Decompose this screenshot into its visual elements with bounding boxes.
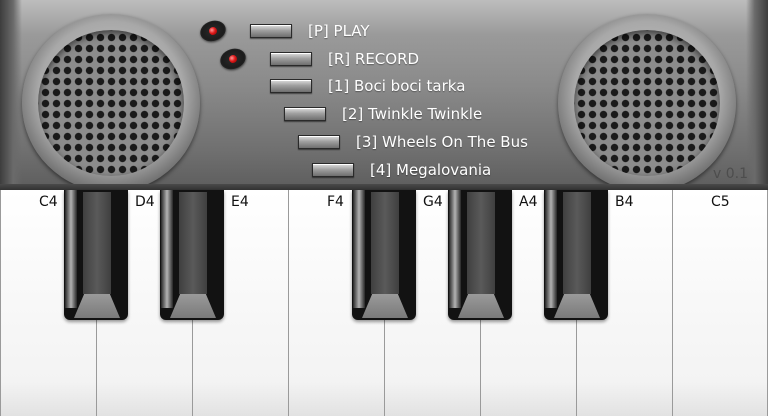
black-key-face	[467, 192, 495, 294]
black-key-gs4[interactable]	[448, 190, 512, 320]
black-key-cs4[interactable]	[64, 190, 128, 320]
key-label-g4: G4	[423, 194, 443, 210]
song-1-button[interactable]: [1] Boci boci tarka	[270, 77, 465, 95]
key-label-e4: E4	[231, 194, 249, 210]
play-button-slot[interactable]	[250, 24, 292, 38]
left-speaker-grill	[38, 30, 184, 176]
right-speaker-grill	[574, 30, 720, 176]
record-button-slot[interactable]	[270, 52, 312, 66]
song-2-label[interactable]: [2] Twinkle Twinkle	[342, 105, 482, 123]
black-key-bevel	[554, 294, 600, 318]
black-key-highlight	[545, 190, 557, 308]
key-label-b4: B4	[615, 194, 634, 210]
black-key-face	[83, 192, 111, 294]
song-3-button-slot[interactable]	[298, 135, 340, 149]
key-label-c5: C5	[711, 194, 730, 210]
black-key-face	[563, 192, 591, 294]
control-panel: [P] PLAY [R] RECORD [1] Boci boci tarka …	[0, 0, 768, 192]
keyboard: C4 D4 E4 F4 G4 A4 B4 C5	[0, 190, 768, 416]
key-label-c4: C4	[39, 194, 58, 210]
song-3-label[interactable]: [3] Wheels On The Bus	[356, 133, 528, 151]
record-button-label[interactable]: [R] RECORD	[328, 50, 419, 68]
white-key-c5[interactable]: C5	[672, 190, 768, 416]
black-key-face	[179, 192, 207, 294]
black-key-ds4[interactable]	[160, 190, 224, 320]
right-speaker	[558, 14, 736, 192]
song-1-button-slot[interactable]	[270, 79, 312, 93]
black-key-highlight	[353, 190, 365, 308]
play-indicator-light	[197, 17, 229, 45]
black-key-as4[interactable]	[544, 190, 608, 320]
black-key-fs4[interactable]	[352, 190, 416, 320]
left-speaker	[22, 14, 200, 192]
black-key-highlight	[65, 190, 77, 308]
song-2-button[interactable]: [2] Twinkle Twinkle	[284, 105, 482, 123]
play-indicator-bulb	[207, 25, 219, 37]
song-4-label[interactable]: [4] Megalovania	[370, 161, 491, 179]
black-key-face	[371, 192, 399, 294]
song-2-button-slot[interactable]	[284, 107, 326, 121]
black-key-bevel	[362, 294, 408, 318]
song-3-button[interactable]: [3] Wheels On The Bus	[298, 133, 528, 151]
black-key-highlight	[161, 190, 173, 308]
play-button-label[interactable]: [P] PLAY	[308, 22, 370, 40]
panel-edge-right	[746, 0, 768, 190]
panel-edge-left	[0, 0, 22, 190]
key-label-f4: F4	[327, 194, 344, 210]
black-key-bevel	[458, 294, 504, 318]
black-key-bevel	[74, 294, 120, 318]
key-label-a4: A4	[519, 194, 538, 210]
record-indicator-light	[217, 45, 249, 73]
record-button[interactable]: [R] RECORD	[270, 50, 419, 68]
piano-app: [P] PLAY [R] RECORD [1] Boci boci tarka …	[0, 0, 768, 416]
record-indicator-bulb	[227, 53, 239, 65]
key-label-d4: D4	[135, 194, 155, 210]
play-button[interactable]: [P] PLAY	[250, 22, 370, 40]
version-label: v 0.1	[713, 166, 748, 182]
song-4-button-slot[interactable]	[312, 163, 354, 177]
black-key-highlight	[449, 190, 461, 308]
song-4-button[interactable]: [4] Megalovania	[312, 161, 491, 179]
black-key-bevel	[170, 294, 216, 318]
song-1-label[interactable]: [1] Boci boci tarka	[328, 77, 465, 95]
